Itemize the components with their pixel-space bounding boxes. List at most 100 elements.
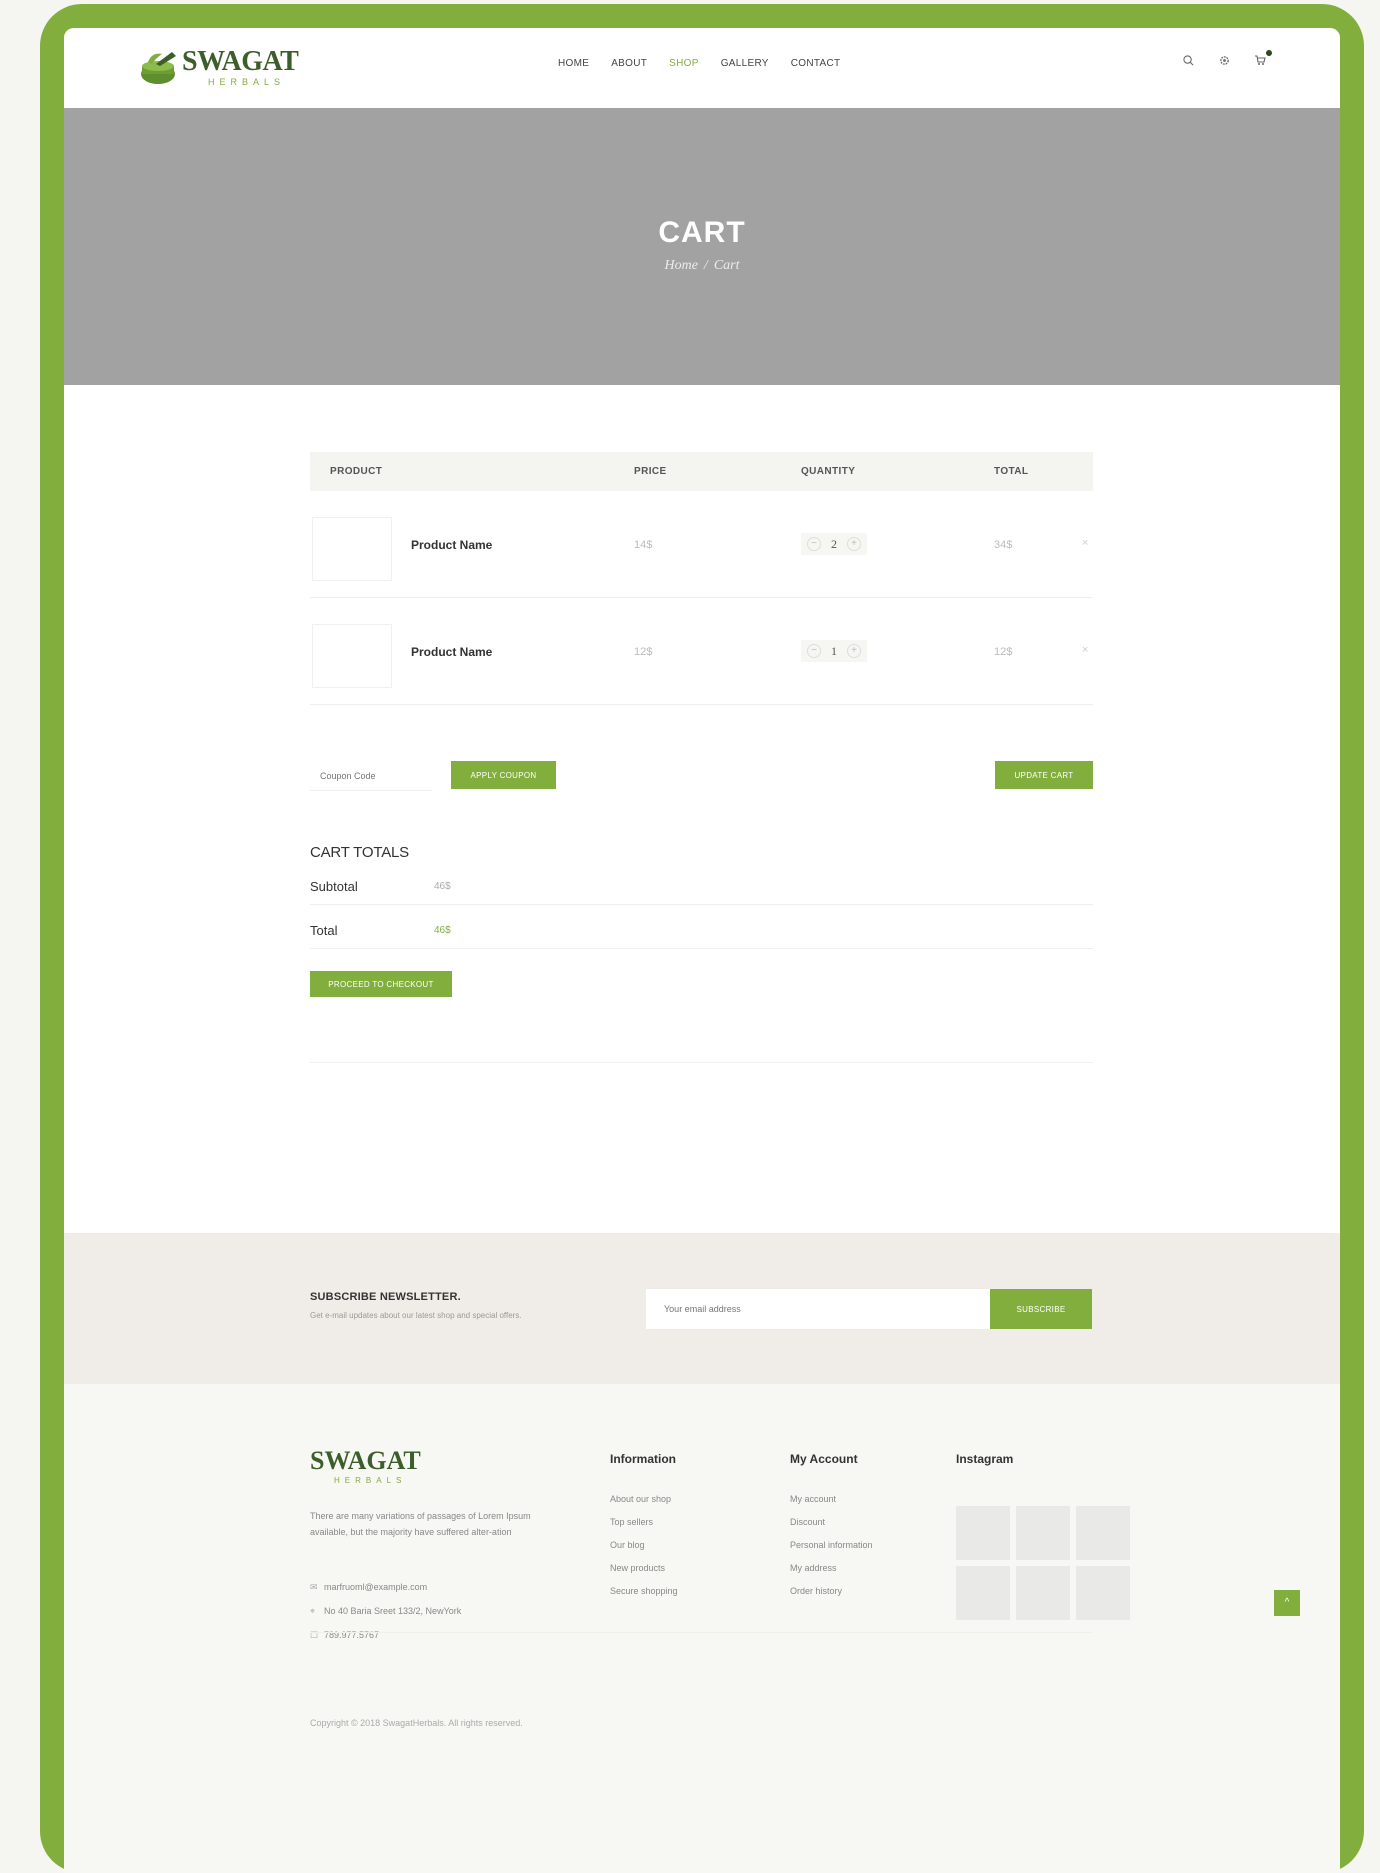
quantity-stepper: − 2 + bbox=[801, 533, 867, 555]
subtotal-label: Subtotal bbox=[310, 879, 358, 894]
site-header: SWAGAT HERBALS HOME ABOUT SHOP GALLERY C… bbox=[64, 28, 1340, 108]
subtotal-row: Subtotal 46$ bbox=[310, 861, 1093, 905]
column-quantity: QUANTITY bbox=[801, 466, 856, 477]
mail-icon: ✉ bbox=[310, 1582, 318, 1592]
footer-link[interactable]: Personal information bbox=[790, 1540, 873, 1550]
nav-shop[interactable]: SHOP bbox=[669, 58, 699, 69]
footer-information-column: Information About our shop Top sellers O… bbox=[610, 1452, 678, 1609]
cart-totals-title: CART TOTALS bbox=[310, 844, 409, 861]
total-label: Total bbox=[310, 923, 338, 938]
instagram-grid bbox=[956, 1506, 1130, 1620]
instagram-thumbnail[interactable] bbox=[956, 1506, 1010, 1560]
product-name[interactable]: Product Name bbox=[411, 645, 492, 659]
settings-icon[interactable] bbox=[1216, 54, 1232, 69]
remove-item-icon[interactable]: × bbox=[1082, 644, 1088, 656]
nav-about[interactable]: ABOUT bbox=[611, 58, 647, 69]
breadcrumb-current: Cart bbox=[713, 258, 740, 273]
newsletter-email-input[interactable] bbox=[646, 1289, 990, 1329]
footer-instagram-column: Instagram bbox=[956, 1452, 1013, 1494]
cart-totals: CART TOTALS Subtotal 46$ Total 46$ bbox=[310, 844, 1093, 949]
search-icon[interactable] bbox=[1180, 54, 1196, 69]
instagram-thumbnail[interactable] bbox=[1076, 1506, 1130, 1560]
footer-divider bbox=[310, 1632, 1093, 1633]
device-frame: SWAGAT HERBALS HOME ABOUT SHOP GALLERY C… bbox=[40, 4, 1364, 1873]
nav-contact[interactable]: CONTACT bbox=[791, 58, 841, 69]
site-footer: SWAGAT HERBALS There are many variations… bbox=[64, 1384, 1340, 1873]
instagram-thumbnail[interactable] bbox=[1076, 1566, 1130, 1620]
total-value: 46$ bbox=[434, 925, 451, 936]
update-cart-button[interactable]: UPDATE CART bbox=[995, 761, 1093, 789]
subscribe-button[interactable]: SUBSCRIBE bbox=[990, 1289, 1092, 1329]
footer-link[interactable]: Discount bbox=[790, 1517, 873, 1527]
quantity-stepper: − 1 + bbox=[801, 640, 867, 662]
page-banner: CART Home / Cart bbox=[64, 108, 1340, 385]
logo-subtext: HERBALS bbox=[208, 77, 286, 87]
footer-email[interactable]: ✉ marfruoml@example.com bbox=[310, 1582, 427, 1593]
newsletter-section: SUBSCRIBE NEWSLETTER. Get e-mail updates… bbox=[64, 1233, 1340, 1384]
column-price: PRICE bbox=[634, 466, 667, 477]
footer-link[interactable]: My account bbox=[790, 1494, 873, 1504]
footer-logo[interactable]: SWAGAT HERBALS bbox=[310, 1446, 470, 1490]
page-title: CART bbox=[658, 216, 746, 249]
site-logo[interactable]: SWAGAT HERBALS bbox=[138, 46, 299, 92]
footer-link[interactable]: About our shop bbox=[610, 1494, 678, 1504]
quantity-increase-button[interactable]: + bbox=[847, 644, 861, 658]
footer-logo-subtext: HERBALS bbox=[334, 1476, 407, 1485]
footer-address: ⌖ No 40 Baria Sreet 133/2, NewYork bbox=[310, 1606, 461, 1617]
column-product: PRODUCT bbox=[330, 466, 383, 477]
instagram-thumbnail[interactable] bbox=[1016, 1566, 1070, 1620]
back-to-top-button[interactable]: ^ bbox=[1274, 1590, 1300, 1616]
product-total: 12$ bbox=[994, 646, 1013, 658]
subtotal-value: 46$ bbox=[434, 881, 451, 892]
footer-link[interactable]: Our blog bbox=[610, 1540, 678, 1550]
proceed-to-checkout-button[interactable]: PROCEED TO CHECKOUT bbox=[310, 971, 452, 997]
coupon-row: APPLY COUPON UPDATE CART bbox=[310, 761, 1093, 791]
quantity-increase-button[interactable]: + bbox=[847, 537, 861, 551]
product-thumbnail[interactable] bbox=[312, 517, 392, 581]
footer-email-text: marfruoml@example.com bbox=[324, 1582, 428, 1592]
cart-icon[interactable] bbox=[1252, 50, 1272, 69]
breadcrumb-home[interactable]: Home bbox=[664, 258, 697, 273]
main-nav: HOME ABOUT SHOP GALLERY CONTACT bbox=[558, 58, 862, 69]
cart-count-dot bbox=[1266, 50, 1272, 56]
quantity-value[interactable]: 2 bbox=[827, 537, 841, 552]
header-icons bbox=[1180, 50, 1272, 69]
section-divider bbox=[310, 1062, 1093, 1063]
newsletter-title: SUBSCRIBE NEWSLETTER. bbox=[310, 1291, 461, 1303]
footer-link[interactable]: My address bbox=[790, 1563, 873, 1573]
product-price: 14$ bbox=[634, 539, 653, 551]
nav-gallery[interactable]: GALLERY bbox=[721, 58, 769, 69]
product-total: 34$ bbox=[994, 539, 1013, 551]
nav-home[interactable]: HOME bbox=[558, 58, 589, 69]
remove-item-icon[interactable]: × bbox=[1082, 537, 1088, 549]
footer-link[interactable]: Order history bbox=[790, 1586, 873, 1596]
location-pin-icon: ⌖ bbox=[310, 1606, 316, 1616]
footer-address-text: No 40 Baria Sreet 133/2, NewYork bbox=[324, 1606, 462, 1616]
product-name[interactable]: Product Name bbox=[411, 538, 492, 552]
footer-link[interactable]: Top sellers bbox=[610, 1517, 678, 1527]
quantity-decrease-button[interactable]: − bbox=[807, 537, 821, 551]
footer-logo-text: SWAGAT bbox=[310, 1446, 421, 1475]
footer-information-title: Information bbox=[610, 1452, 676, 1466]
breadcrumb-separator: / bbox=[703, 258, 708, 273]
mortar-leaf-icon bbox=[141, 52, 176, 84]
cart-item-row: Product Name 14$ − 2 + 34$ × bbox=[310, 491, 1093, 598]
coupon-input[interactable] bbox=[310, 761, 432, 791]
cart-item-row: Product Name 12$ − 1 + 12$ × bbox=[310, 598, 1093, 705]
total-row: Total 46$ bbox=[310, 905, 1093, 949]
cart-table-header: PRODUCT PRICE QUANTITY TOTAL bbox=[310, 452, 1093, 491]
footer-account-title: My Account bbox=[790, 1452, 858, 1466]
instagram-thumbnail[interactable] bbox=[1016, 1506, 1070, 1560]
quantity-value[interactable]: 1 bbox=[827, 644, 841, 659]
footer-link[interactable]: New products bbox=[610, 1563, 678, 1573]
product-thumbnail[interactable] bbox=[312, 624, 392, 688]
copyright-text: Copyright © 2018 SwagatHerbals. All righ… bbox=[310, 1718, 523, 1728]
breadcrumb: Home / Cart bbox=[64, 258, 1340, 274]
instagram-thumbnail[interactable] bbox=[956, 1566, 1010, 1620]
footer-link[interactable]: Secure shopping bbox=[610, 1586, 678, 1596]
logo-text: SWAGAT bbox=[182, 46, 299, 77]
apply-coupon-button[interactable]: APPLY COUPON bbox=[451, 761, 556, 789]
newsletter-subtitle: Get e-mail updates about our latest shop… bbox=[310, 1311, 522, 1320]
footer-account-column: My Account My account Discount Personal … bbox=[790, 1452, 873, 1609]
quantity-decrease-button[interactable]: − bbox=[807, 644, 821, 658]
